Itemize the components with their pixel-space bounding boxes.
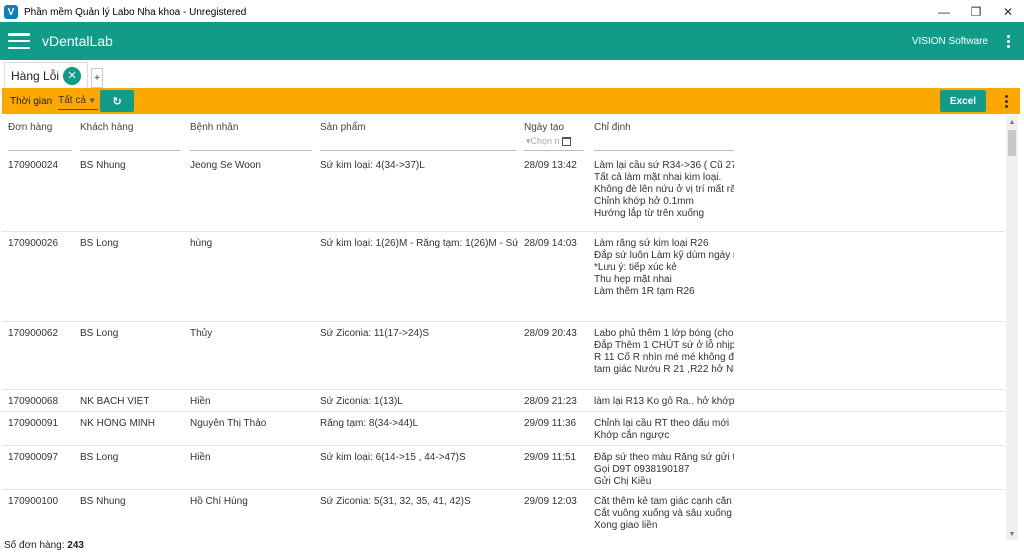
cell-order: 170900097 [8, 452, 59, 463]
cell-notes: Cắt thêm kẻ tam giác cạnh cắn -: Cắt vuôn… [594, 496, 734, 531]
header-order[interactable]: Đơn hàng [8, 122, 52, 133]
header-product[interactable]: Sản phẩm [320, 122, 366, 133]
date-filter-line [524, 150, 584, 151]
cell-product: Sứ kim loại: 1(26)M - Răng tạm: 1(26)M -… [320, 238, 518, 249]
notes-filter-input[interactable] [594, 150, 734, 151]
time-filter-label: Thời gian [10, 95, 53, 107]
table-row[interactable]: 170900026 BS Long hùng Sứ kim loại: 1(26… [2, 232, 1005, 322]
cell-date: 28/09 14:03 [524, 238, 577, 249]
window-controls: — ❐ ✕ [928, 0, 1024, 24]
cell-notes: Labo phủ thêm 1 lớp bóng (cho c Đắp Thêm … [594, 328, 734, 375]
toolbar-more-icon[interactable] [1005, 95, 1008, 108]
order-count-label: Số đơn hàng: [4, 540, 65, 551]
calendar-icon[interactable] [561, 136, 571, 146]
grid-header: Đơn hàng Khách hàng Bệnh nhân Sản phẩm N… [2, 116, 1005, 154]
customer-filter-input[interactable] [80, 150, 180, 151]
app-bar: vDentalLab VISION Software [0, 22, 1024, 60]
cell-product: Sứ Ziconia: 11(17->24)S [320, 328, 430, 339]
refresh-button[interactable]: ↻ [100, 90, 135, 112]
cell-patient: Thủy [190, 328, 213, 339]
window-title: Phần mềm Quản lý Labo Nha khoa - Unregis… [24, 6, 247, 18]
header-customer[interactable]: Khách hàng [80, 122, 133, 133]
tab-bar: Hàng Lỗi ✕ + [0, 60, 1024, 88]
cell-notes: Làm răng sứ kim loại R26 Đắp sứ luôn Làm … [594, 238, 734, 297]
cell-order: 170900062 [8, 328, 59, 339]
date-filter-input[interactable]: ▾ Chọn n [526, 134, 584, 148]
table-row[interactable]: 170900100 BS Nhung Hồ Chí Hùng Sứ Ziconi… [2, 490, 1005, 536]
cell-customer: BS Long [80, 238, 119, 249]
patient-filter-input[interactable] [190, 150, 312, 151]
cell-date: 29/09 11:51 [524, 452, 577, 463]
close-window-button[interactable]: ✕ [992, 0, 1024, 24]
cell-patient: Nguyễn Thị Thảo [190, 418, 267, 429]
cell-date: 28/09 13:42 [524, 160, 577, 171]
product-filter-input[interactable] [320, 150, 516, 151]
table-row[interactable]: 170900097 BS Long Hiền Sứ kim loại: 6(14… [2, 446, 1005, 490]
time-filter-value: Tất cả [58, 95, 86, 106]
refresh-icon: ↻ [112, 95, 122, 108]
cell-notes: Chỉnh lại cầu RT theo dấu mới Khớp cắn ng… [594, 418, 730, 441]
vertical-scrollbar[interactable]: ▲ ▼ [1006, 116, 1018, 540]
cell-product: Sứ kim loại: 6(14->15 , 44->47)S [320, 452, 466, 463]
order-count-value: 243 [67, 540, 84, 551]
cell-notes: Đắp sứ theo màu Răng sứ gửi the Gọi D9T 0… [594, 452, 734, 487]
cell-customer: BS Long [80, 452, 119, 463]
cell-patient: hùng [190, 238, 213, 249]
cell-patient: Jeong Se Woon [190, 160, 261, 171]
table-row[interactable]: 170900062 BS Long Thủy Sứ Ziconia: 11(17… [2, 322, 1005, 390]
cell-product: Răng tạm: 8(34->44)L [320, 418, 419, 429]
filter-toolbar: Thời gian Tất cả ▼ ↻ Excel [2, 88, 1020, 114]
window-titlebar: V Phần mềm Quản lý Labo Nha khoa - Unreg… [0, 0, 1024, 24]
cell-order: 170900068 [8, 396, 59, 407]
cell-customer: BS Nhung [80, 496, 126, 507]
cell-order: 170900100 [8, 496, 59, 507]
minimize-button[interactable]: — [928, 0, 960, 24]
cell-product: Sứ kim loại: 4(34->37)L [320, 160, 425, 171]
app-name: vDentalLab [42, 33, 113, 49]
cell-date: 29/09 12:03 [524, 496, 577, 507]
cell-customer: BS Long [80, 328, 119, 339]
cell-date: 29/09 11:36 [524, 418, 577, 429]
cell-order: 170900091 [8, 418, 59, 429]
tab-close-icon[interactable]: ✕ [63, 66, 82, 85]
vendor-label: VISION Software [911, 35, 988, 47]
cell-notes: làm lại R13 Ko gỗ Ra.. hở khớp nh [594, 396, 734, 407]
maximize-button[interactable]: ❐ [960, 0, 992, 24]
cell-patient: Hiền [190, 452, 211, 463]
time-filter-select[interactable]: Tất cả ▼ [58, 92, 99, 110]
cell-patient: Hồ Chí Hùng [190, 496, 248, 507]
cell-customer: NK BÁCH VIỆT [80, 396, 150, 407]
cell-product: Sứ Ziconia: 5(31, 32, 35, 41, 42)S [320, 496, 471, 507]
table-row[interactable]: 170900024 BS Nhung Jeong Se Woon Sứ kim … [2, 154, 1005, 232]
cell-customer: BS Nhung [80, 160, 126, 171]
cell-order: 170900026 [8, 238, 59, 249]
order-filter-input[interactable] [8, 150, 72, 151]
scroll-up-icon[interactable]: ▲ [1006, 116, 1018, 128]
excel-export-button[interactable]: Excel [940, 90, 986, 112]
hamburger-menu-icon[interactable] [8, 33, 30, 49]
table-row[interactable]: 170900068 NK BÁCH VIỆT Hiền Sứ Ziconia: … [2, 390, 1005, 412]
chevron-down-icon: ▼ [88, 96, 97, 105]
scrollbar-thumb[interactable] [1008, 130, 1016, 156]
tab-label: Hàng Lỗi [11, 68, 60, 83]
cell-date: 28/09 21:23 [524, 396, 577, 407]
cell-order: 170900024 [8, 160, 59, 171]
cell-product: Sứ Ziconia: 1(13)L [320, 396, 403, 407]
cell-notes: Làm lại cầu sứ R34->36 ( Cũ 27.0 Tất cả l… [594, 160, 734, 219]
cell-customer: NK HỒNG MINH [80, 418, 155, 429]
orders-grid: Đơn hàng Khách hàng Bệnh nhân Sản phẩm N… [2, 116, 1005, 536]
table-row[interactable]: 170900091 NK HỒNG MINH Nguyễn Thị Thảo R… [2, 412, 1005, 446]
order-count-footer: Số đơn hàng: 243 [4, 540, 84, 551]
scroll-down-icon[interactable]: ▼ [1006, 528, 1018, 540]
header-patient[interactable]: Bệnh nhân [190, 122, 238, 133]
header-notes[interactable]: Chỉ định [594, 122, 631, 133]
add-tab-button[interactable]: + [91, 68, 104, 88]
cell-patient: Hiền [190, 396, 211, 407]
header-date[interactable]: Ngày tạo [524, 122, 564, 133]
cell-date: 28/09 20:43 [524, 328, 577, 339]
date-filter-placeholder: Chọn n [530, 136, 560, 146]
app-more-icon[interactable] [1007, 34, 1010, 48]
tab-hang-loi[interactable]: Hàng Lỗi ✕ [4, 62, 89, 88]
app-logo-icon: V [4, 5, 18, 19]
